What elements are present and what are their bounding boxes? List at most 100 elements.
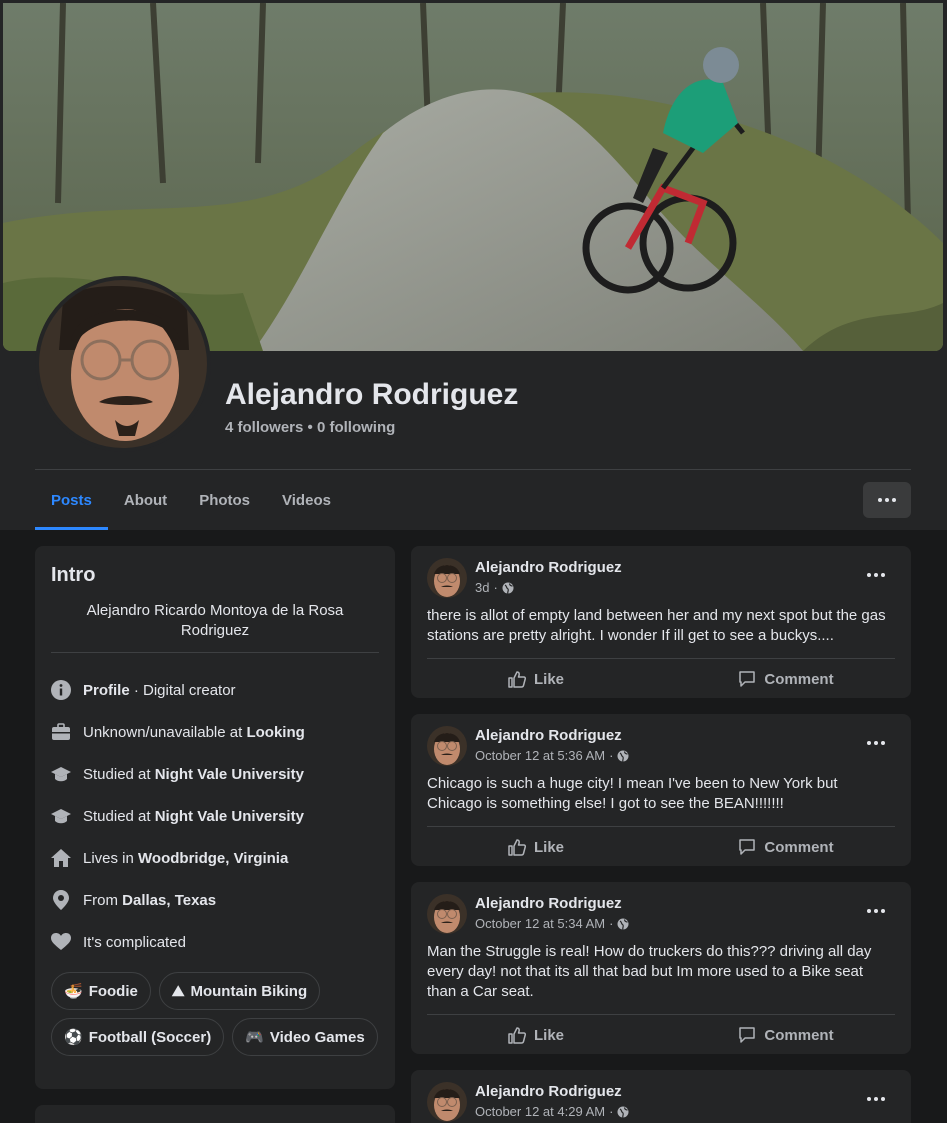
intro-profile-type: · Digital creator bbox=[129, 681, 236, 699]
hobby-chip[interactable]: 🍜 Foodie bbox=[51, 972, 151, 1010]
more-options-button[interactable] bbox=[863, 482, 911, 518]
intro-work-place[interactable]: Looking bbox=[246, 724, 304, 741]
post-card: Alejandro Rodriguez October 12 at 5:36 A… bbox=[411, 714, 911, 866]
intro-edu-school[interactable]: Night Vale University bbox=[155, 766, 304, 783]
tab-posts[interactable]: Posts bbox=[35, 470, 108, 530]
intro-edu-school[interactable]: Night Vale University bbox=[155, 808, 304, 825]
post-card: Alejandro Rodriguez 3d · there is allot o… bbox=[411, 546, 911, 698]
profile-avatar[interactable] bbox=[35, 276, 211, 452]
post-actions: Like Comment bbox=[411, 1015, 911, 1055]
like-button[interactable]: Like bbox=[411, 659, 661, 699]
comment-button[interactable]: Comment bbox=[661, 659, 911, 699]
post-options-icon[interactable] bbox=[867, 573, 885, 577]
intro-card: Intro Alejandro Ricardo Montoya de la Ro… bbox=[35, 546, 395, 1089]
intro-bio: Alejandro Ricardo Montoya de la Rosa Rod… bbox=[86, 602, 344, 639]
intro-item-work: Unknown/unavailable at Looking bbox=[51, 711, 379, 753]
post-time[interactable]: 3d bbox=[475, 580, 489, 595]
post-author-avatar[interactable] bbox=[427, 894, 467, 934]
game-controller-icon: 🎮 bbox=[245, 1029, 264, 1046]
post-options-icon[interactable] bbox=[867, 909, 885, 913]
comment-label: Comment bbox=[764, 670, 834, 688]
heart-icon bbox=[51, 932, 71, 952]
hobbies-list: 🍜 Foodie ⛰ Mountain Biking ⚽ Football (Socc… bbox=[51, 972, 379, 1056]
thumbs-up-icon bbox=[508, 1027, 526, 1044]
post-text: Chicago is such a huge city! I mean I've… bbox=[427, 775, 838, 812]
like-button[interactable]: Like bbox=[411, 827, 661, 867]
like-button[interactable]: Like bbox=[411, 1015, 661, 1055]
location-pin-icon bbox=[51, 890, 71, 910]
thumbs-up-icon bbox=[508, 671, 526, 688]
post-actions: Like Comment bbox=[411, 659, 911, 699]
briefcase-icon bbox=[51, 722, 71, 742]
comment-icon bbox=[739, 1027, 756, 1043]
tab-videos[interactable]: Videos bbox=[266, 470, 347, 530]
post-author-avatar[interactable] bbox=[427, 1082, 467, 1122]
graduation-cap-icon bbox=[51, 764, 71, 784]
intro-from-place[interactable]: Dallas, Texas bbox=[122, 892, 216, 909]
intro-details: Profile · Digital creator Unknown/unavai… bbox=[51, 669, 379, 963]
profile-tabs: Posts About Photos Videos bbox=[35, 470, 347, 530]
post-author-name[interactable]: Alejandro Rodriguez bbox=[475, 727, 622, 744]
intro-work-prefix: Unknown/unavailable at bbox=[83, 723, 247, 741]
photos-card bbox=[35, 1105, 395, 1123]
tab-photos[interactable]: Photos bbox=[183, 470, 266, 530]
post-options-icon[interactable] bbox=[867, 741, 885, 745]
post-meta: 3d · bbox=[475, 580, 514, 595]
globe-icon bbox=[502, 582, 514, 594]
comment-label: Comment bbox=[764, 838, 834, 856]
graduation-cap-icon bbox=[51, 806, 71, 826]
intro-edu-prefix: Studied at bbox=[83, 807, 155, 825]
home-icon bbox=[51, 848, 71, 868]
intro-item-education: Studied at Night Vale University bbox=[51, 795, 379, 837]
post-time[interactable]: October 12 at 4:29 AM bbox=[475, 1104, 605, 1119]
like-label: Like bbox=[533, 838, 564, 856]
divider bbox=[51, 652, 379, 653]
comment-icon bbox=[739, 671, 756, 687]
post-time[interactable]: October 12 at 5:34 AM bbox=[475, 916, 605, 931]
post-meta: October 12 at 5:34 AM · bbox=[475, 916, 629, 931]
post-author-name[interactable]: Alejandro Rodriguez bbox=[475, 1083, 622, 1100]
intro-lives-place[interactable]: Woodbridge, Virginia bbox=[138, 850, 288, 867]
comment-button[interactable]: Comment bbox=[661, 827, 911, 867]
intro-item-education: Studied at Night Vale University bbox=[51, 753, 379, 795]
comment-icon bbox=[739, 839, 756, 855]
hobby-chip[interactable]: ⛰ Mountain Biking bbox=[158, 972, 321, 1010]
intro-title: Intro bbox=[51, 564, 96, 586]
post-author-avatar[interactable] bbox=[427, 726, 467, 766]
mountain-icon: ⛰ bbox=[171, 982, 185, 1000]
hobby-label: Video Games bbox=[269, 1028, 365, 1046]
dot-separator: · bbox=[493, 580, 498, 595]
noodle-bowl-icon: 🍜 bbox=[64, 983, 83, 1000]
follower-stats[interactable]: 4 followers • 0 following bbox=[225, 419, 395, 436]
intro-item-from: From Dallas, Texas bbox=[51, 879, 379, 921]
post-author-name[interactable]: Alejandro Rodriguez bbox=[475, 895, 622, 912]
hobby-chip[interactable]: 🎮 Video Games bbox=[232, 1018, 378, 1056]
hobby-chip[interactable]: ⚽ Football (Soccer) bbox=[51, 1018, 225, 1056]
intro-profile-link[interactable]: Profile bbox=[83, 682, 130, 699]
post-meta: October 12 at 4:29 AM · bbox=[475, 1104, 629, 1119]
post-options-icon[interactable] bbox=[867, 1097, 885, 1101]
thumbs-up-icon bbox=[508, 839, 526, 856]
comment-button[interactable]: Comment bbox=[661, 1015, 911, 1055]
hobby-label: Mountain Biking bbox=[190, 982, 308, 1000]
dot-separator: · bbox=[609, 1104, 614, 1119]
post-card: Alejandro Rodriguez October 12 at 4:29 A… bbox=[411, 1070, 911, 1123]
profile-name: Alejandro Rodriguez bbox=[225, 378, 519, 411]
post-text: there is allot of empty land between her… bbox=[427, 607, 886, 644]
globe-icon bbox=[617, 1106, 629, 1118]
post-author-name[interactable]: Alejandro Rodriguez bbox=[475, 559, 622, 576]
hobby-label: Foodie bbox=[88, 982, 138, 1000]
intro-item-profile: Profile · Digital creator bbox=[51, 669, 379, 711]
intro-edu-prefix: Studied at bbox=[83, 765, 155, 783]
post-meta: October 12 at 5:36 AM · bbox=[475, 748, 629, 763]
post-time[interactable]: October 12 at 5:36 AM bbox=[475, 748, 605, 763]
like-label: Like bbox=[533, 1026, 564, 1044]
tab-about[interactable]: About bbox=[108, 470, 183, 530]
hobby-label: Football (Soccer) bbox=[88, 1028, 212, 1046]
like-label: Like bbox=[533, 670, 564, 688]
post-author-avatar[interactable] bbox=[427, 558, 467, 598]
dot-separator: · bbox=[609, 748, 614, 763]
post-text: Man the Struggle is real! How do trucker… bbox=[427, 943, 872, 1000]
post-card: Alejandro Rodriguez October 12 at 5:34 A… bbox=[411, 882, 911, 1054]
comment-label: Comment bbox=[764, 1026, 834, 1044]
